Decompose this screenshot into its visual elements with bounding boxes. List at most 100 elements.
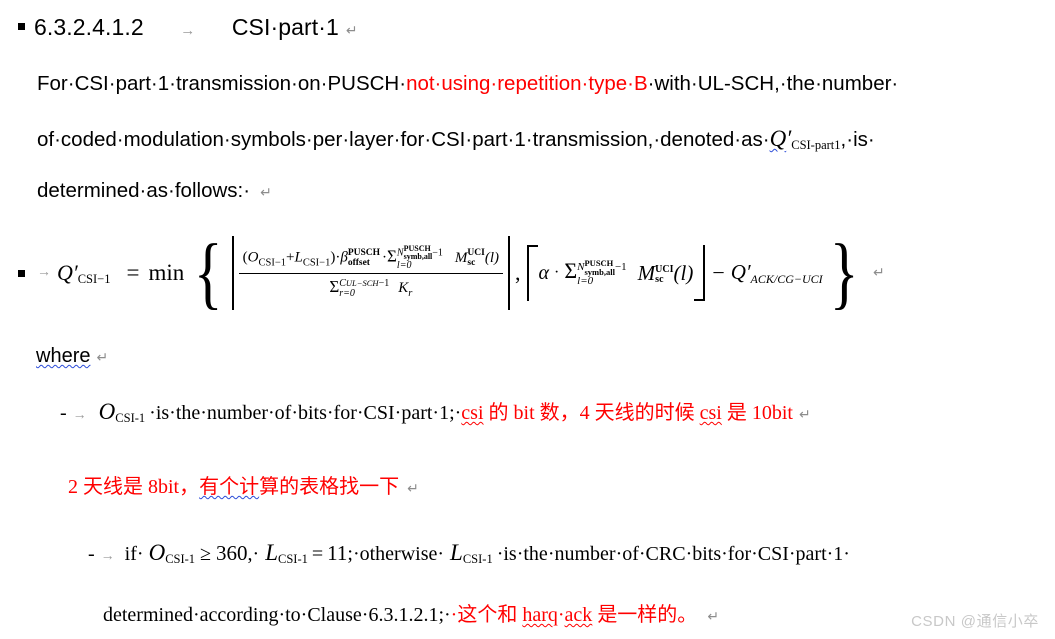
clause-reference-text: determined·according·to·Clause·6.3.1.2.1… [103, 604, 451, 626]
equation-comma: , [515, 260, 521, 285]
num-m-arg: (l) [484, 250, 499, 267]
paragraph-mark-icon: ↵ [345, 22, 358, 38]
second-m-arg: (l) [673, 260, 694, 285]
section-heading: 6.3.2.4.1.2 → CSI·part·1 ↵ [18, 14, 358, 41]
variable-o-base: O [148, 540, 166, 565]
num-beta-sub: offset [347, 257, 370, 268]
variable-l-2: LCSI-1 [450, 540, 493, 566]
num-close-paren: )· [330, 250, 341, 267]
variable-l2-base: L [450, 540, 463, 565]
paragraph-mark-icon: ↵ [407, 482, 419, 497]
document-page: 6.3.2.4.1.2 → CSI·part·1 ↵ For·CSI·part·1·t… [0, 0, 1055, 639]
math-subscript: CSI-part1 [791, 138, 841, 152]
variable-o-csi1: OCSI-1 [98, 399, 146, 425]
num-sigma: Σ [387, 247, 397, 267]
den-k-group: Kr [398, 280, 412, 299]
alpha-symbol: α [538, 261, 550, 284]
den-sigma: Σ [329, 277, 340, 297]
list-item-text: ·is·the·number·of·bits·for·CSI·part·1;· [149, 402, 462, 424]
num-o-sub: CSI−1 [258, 258, 286, 270]
annotation-suffix: 是一样的。 [592, 604, 698, 626]
fraction-numerator: (OCSI−1+LCSI−1)·β PUSCH offset ·Σ N PUSCH symb… [239, 245, 503, 273]
num-m-group: M UCI sc (l) [454, 249, 499, 268]
tab-arrow-icon: → [37, 265, 51, 280]
num-sigma-upper: N PUSCH symb,all −1 [397, 245, 443, 261]
paragraph-mark-icon: ↵ [707, 610, 720, 625]
min-operator: min [148, 260, 185, 285]
tab-arrow-icon: → [100, 549, 115, 564]
fraction: (OCSI−1+LCSI−1)·β PUSCH offset ·Σ N PUSCH symb… [238, 245, 503, 300]
paragraph-mark-icon: ↵ [96, 349, 109, 365]
second-sigma-minus1: −1 [614, 261, 627, 274]
list-item-continuation: determined·according·to·Clause·6.3.1.2.1… [103, 598, 719, 627]
variable-o-sub: CSI-1 [115, 411, 146, 425]
variable-l-sub: CSI-1 [278, 552, 308, 566]
subtracted-q: Q [730, 259, 746, 284]
list-item-tail: ·is·the·number·of·CRC·bits·for·CSI·part·… [496, 543, 850, 565]
second-m-affix: UCI sc [655, 264, 673, 285]
den-sigma-minus1: −1 [378, 277, 390, 289]
ge-operator: ≥ [200, 543, 212, 565]
annotation-harq: harq [522, 604, 558, 626]
num-sigma-n-affix: PUSCH symb,all [404, 245, 433, 261]
tab-arrow-icon: → [180, 22, 196, 39]
variable-o: OCSI-1 [148, 540, 196, 566]
right-ceiling-bar [508, 236, 510, 310]
annotation-text-2: 是 10bit [721, 402, 793, 424]
subtracted-sub: ACK/CG−UCI [750, 271, 823, 286]
num-sigma-minus1: −1 [432, 247, 443, 259]
variable-o: O [98, 399, 116, 424]
paragraph-text-post: ·with·UL-SCH,·the·number· [647, 72, 899, 95]
paragraph-text-line2: of·coded·modulation·symbols·per·layer·fo… [37, 128, 770, 151]
heading-number: 6.3.2.4.1.2 [34, 14, 144, 40]
paragraph-line-1: For·CSI·part·1·transmission·on·PUSCH·not… [37, 72, 899, 95]
second-sigma: Σ [564, 258, 578, 284]
num-beta: β [340, 250, 348, 267]
annotation-csi-1: csi [461, 402, 484, 424]
second-sigma-lower: l=0 [577, 275, 594, 288]
annotation-prefix: ·这个和 [450, 604, 523, 626]
second-m-group: M UCI sc (l) [638, 261, 694, 286]
multiplication-dot: · [554, 264, 560, 281]
second-sigma-n-affix: PUSCH symb,all [584, 259, 614, 276]
paragraph-text-line2-post: ,·is· [840, 128, 875, 151]
annotation-separator: · [557, 604, 565, 626]
variable-l-base: L [265, 540, 279, 565]
num-m-sub: sc [467, 257, 476, 268]
square-bullet-icon [18, 269, 25, 277]
annotation-suffix: 算的表格找一下 [259, 476, 400, 498]
den-sigma-lower: r=0 [339, 288, 355, 300]
paragraph-text-pre: For·CSI·part·1·transmission·on·PUSCH· [37, 72, 407, 95]
left-ceiling-bar [231, 236, 234, 310]
annotation-text-1: 的 bit 数，4 天线的时候 [483, 402, 700, 424]
annotation-squiggle-segment: 有个计 [199, 476, 260, 498]
tab-arrow-icon: → [72, 408, 87, 423]
variable-o-sub: CSI-1 [165, 552, 196, 566]
equals-sign: = [126, 260, 140, 285]
second-sigma-limits: N PUSCH symb,all −1 l=0 [577, 259, 627, 288]
paragraph-mark-icon: ↵ [798, 408, 811, 423]
num-beta-affixes: PUSCH offset [348, 249, 380, 268]
inline-math-q-csi-part1: Q′CSI-part1 [770, 126, 841, 151]
math-q-symbol: Q [769, 126, 787, 151]
equation-lhs: Q′CSI−1 [57, 260, 110, 287]
paragraph-mark-icon: ↵ [260, 184, 272, 200]
variable-l2-sub: CSI-1 [462, 552, 493, 566]
lhs-subscript: CSI−1 [77, 271, 111, 286]
equation-block: → Q′CSI−1 = min { (OCSI−1+LCSI−1)·β PUSCH… [18, 233, 885, 313]
dash-bullet-icon: - [60, 402, 67, 424]
annotation-prefix: 2 天线是 8bit， [68, 476, 200, 498]
paragraph-line-2: of·coded·modulation·symbols·per·layer·fo… [37, 127, 875, 152]
minus-sign: − [712, 260, 725, 285]
second-sigma-upper: N PUSCH symb,all −1 [577, 259, 627, 276]
ceiling-bracket-left-icon [526, 245, 538, 301]
list-item: - → OCSI-1 ·is·the·number·of·bits·for·CSI·p… [60, 396, 811, 426]
num-l-sub: CSI−1 [302, 258, 331, 270]
csdn-watermark: CSDN @通信小卒 [911, 613, 1039, 630]
num-sigma-lower: l=0 [396, 260, 412, 272]
l-value: 11 [327, 541, 348, 565]
num-sigma-limits: N PUSCH symb,all −1 l=0 [397, 245, 443, 272]
if-keyword: if· [124, 543, 144, 565]
second-m-sub: sc [655, 273, 664, 285]
num-m: M [454, 250, 468, 267]
